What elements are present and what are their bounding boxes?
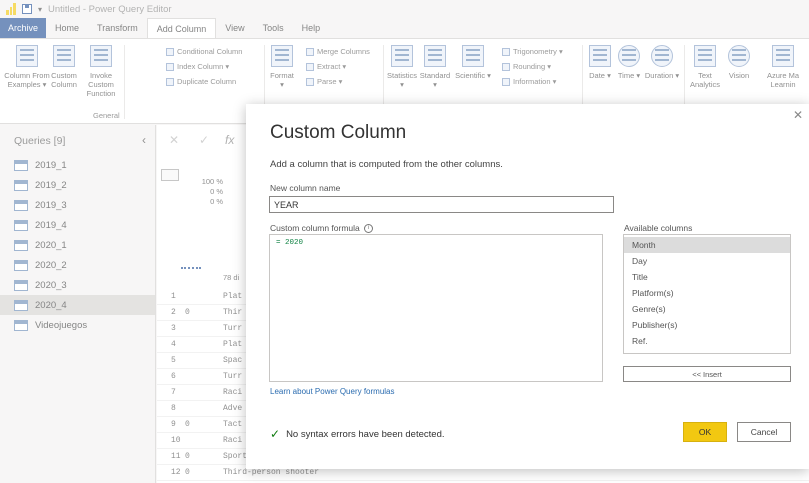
new-column-name-label: New column name (270, 183, 341, 193)
available-column-title[interactable]: Title (624, 269, 790, 285)
available-column-genres[interactable]: Genre(s) (624, 301, 790, 317)
available-column-publishers[interactable]: Publisher(s) (624, 317, 790, 333)
available-column-day[interactable]: Day (624, 253, 790, 269)
available-column-month[interactable]: Month (624, 237, 790, 253)
dialog-description: Add a column that is computed from the o… (270, 159, 503, 170)
formula-text: = 2020 (276, 239, 304, 247)
insert-button[interactable]: << Insert (623, 366, 791, 382)
syntax-status: ✓ No syntax errors have been detected. (270, 427, 445, 441)
custom-column-dialog: ✕ Custom Column Add a column that is com… (246, 104, 809, 469)
custom-column-formula-label: Custom column formula (270, 223, 360, 233)
formula-label-row: Custom column formula i (270, 223, 373, 233)
available-column-platforms[interactable]: Platform(s) (624, 285, 790, 301)
syntax-status-text: No syntax errors have been detected. (286, 428, 445, 440)
ok-button[interactable]: OK (683, 422, 727, 442)
check-icon: ✓ (270, 427, 281, 441)
new-column-name-input[interactable] (269, 196, 614, 213)
info-icon[interactable]: i (363, 223, 373, 233)
available-column-ref[interactable]: Ref. (624, 333, 790, 349)
learn-power-query-link[interactable]: Learn about Power Query formulas (270, 387, 395, 396)
available-columns-label: Available columns (624, 223, 693, 233)
available-columns-list: Month Day Title Platform(s) Genre(s) Pub… (623, 234, 791, 354)
formula-editor[interactable]: = 2020 (269, 234, 603, 382)
dialog-title: Custom Column (270, 122, 407, 143)
close-icon[interactable]: ✕ (793, 108, 803, 122)
cancel-button[interactable]: Cancel (737, 422, 791, 442)
